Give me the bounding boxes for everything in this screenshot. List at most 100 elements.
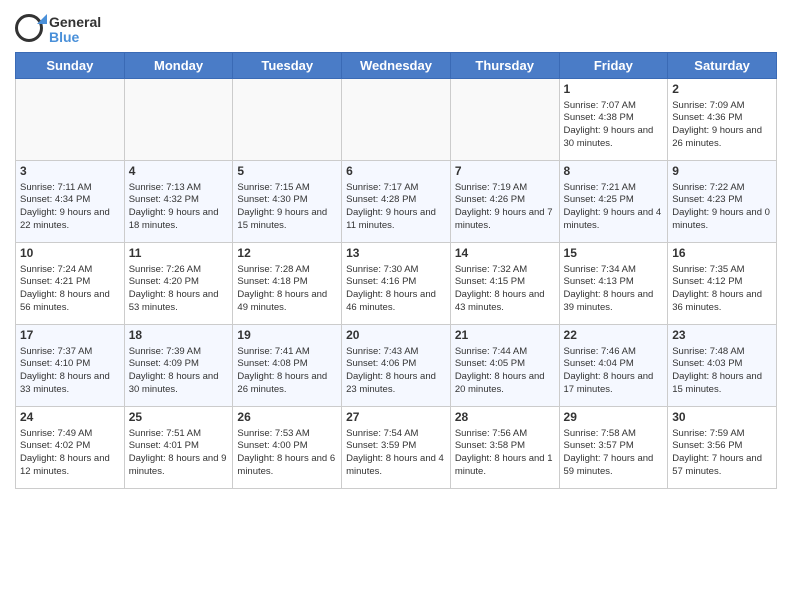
day-info: Sunrise: 7:13 AM Sunset: 4:32 PM Dayligh… bbox=[129, 182, 229, 233]
day-info: Sunrise: 7:37 AM Sunset: 4:10 PM Dayligh… bbox=[20, 346, 120, 397]
logo: General Blue bbox=[15, 14, 101, 46]
day-info: Sunrise: 7:35 AM Sunset: 4:12 PM Dayligh… bbox=[672, 264, 772, 315]
day-info: Sunrise: 7:09 AM Sunset: 4:36 PM Dayligh… bbox=[672, 100, 772, 151]
calendar-cell: 13 Sunrise: 7:30 AM Sunset: 4:16 PM Dayli… bbox=[342, 243, 451, 325]
calendar-cell bbox=[124, 79, 233, 161]
weekday-header-saturday: Saturday bbox=[668, 53, 777, 79]
day-info: Sunrise: 7:07 AM Sunset: 4:38 PM Dayligh… bbox=[564, 100, 664, 151]
day-info: Sunrise: 7:56 AM Sunset: 3:58 PM Dayligh… bbox=[455, 428, 555, 479]
day-info: Sunrise: 7:28 AM Sunset: 4:18 PM Dayligh… bbox=[237, 264, 337, 315]
weekday-header-sunday: Sunday bbox=[16, 53, 125, 79]
day-number: 27 bbox=[346, 410, 446, 426]
day-number: 25 bbox=[129, 410, 229, 426]
calendar-cell: 6Sunrise: 7:17 AM Sunset: 4:28 PM Daylig… bbox=[342, 161, 451, 243]
calendar-cell: 9 Sunrise: 7:22 AM Sunset: 4:23 PM Daylig… bbox=[668, 161, 777, 243]
day-info: Sunrise: 7:30 AM Sunset: 4:16 PM Dayligh… bbox=[346, 264, 446, 315]
calendar-cell: 12Sunrise: 7:28 AM Sunset: 4:18 PM Dayli… bbox=[233, 243, 342, 325]
day-number: 15 bbox=[564, 246, 664, 262]
day-info: Sunrise: 7:22 AM Sunset: 4:23 PM Dayligh… bbox=[672, 182, 772, 233]
calendar-cell: 25 Sunrise: 7:51 AM Sunset: 4:01 PM Dayli… bbox=[124, 407, 233, 489]
day-number: 19 bbox=[237, 328, 337, 344]
day-info: Sunrise: 7:34 AM Sunset: 4:13 PM Dayligh… bbox=[564, 264, 664, 315]
day-info: Sunrise: 7:41 AM Sunset: 4:08 PM Dayligh… bbox=[237, 346, 337, 397]
day-number: 26 bbox=[237, 410, 337, 426]
calendar-cell: 15 Sunrise: 7:34 AM Sunset: 4:13 PM Dayli… bbox=[559, 243, 668, 325]
calendar-cell bbox=[450, 79, 559, 161]
logo-text: General Blue bbox=[49, 15, 101, 46]
logo-container: General Blue bbox=[15, 14, 101, 46]
calendar-cell: 19 Sunrise: 7:41 AM Sunset: 4:08 PM Dayli… bbox=[233, 325, 342, 407]
calendar-header-row: SundayMondayTuesdayWednesdayThursdayFrid… bbox=[16, 53, 777, 79]
calendar-cell: 24Sunrise: 7:49 AM Sunset: 4:02 PM Dayli… bbox=[16, 407, 125, 489]
calendar-cell: 30 Sunrise: 7:59 AM Sunset: 3:56 PM Dayli… bbox=[668, 407, 777, 489]
day-number: 17 bbox=[20, 328, 120, 344]
calendar-cell: 26 Sunrise: 7:53 AM Sunset: 4:00 PM Dayli… bbox=[233, 407, 342, 489]
calendar-week-4: 17 Sunrise: 7:37 AM Sunset: 4:10 PM Dayli… bbox=[16, 325, 777, 407]
day-info: Sunrise: 7:24 AM Sunset: 4:21 PM Dayligh… bbox=[20, 264, 120, 315]
calendar-cell: 10Sunrise: 7:24 AM Sunset: 4:21 PM Dayli… bbox=[16, 243, 125, 325]
day-info: Sunrise: 7:51 AM Sunset: 4:01 PM Dayligh… bbox=[129, 428, 229, 479]
day-info: Sunrise: 7:46 AM Sunset: 4:04 PM Dayligh… bbox=[564, 346, 664, 397]
day-info: Sunrise: 7:48 AM Sunset: 4:03 PM Dayligh… bbox=[672, 346, 772, 397]
day-number: 30 bbox=[672, 410, 772, 426]
day-info: Sunrise: 7:32 AM Sunset: 4:15 PM Dayligh… bbox=[455, 264, 555, 315]
calendar-cell: 8 Sunrise: 7:21 AM Sunset: 4:25 PM Daylig… bbox=[559, 161, 668, 243]
calendar-table: SundayMondayTuesdayWednesdayThursdayFrid… bbox=[15, 52, 777, 489]
day-info: Sunrise: 7:53 AM Sunset: 4:00 PM Dayligh… bbox=[237, 428, 337, 479]
day-info: Sunrise: 7:17 AM Sunset: 4:28 PM Dayligh… bbox=[346, 182, 446, 233]
calendar-cell: 17 Sunrise: 7:37 AM Sunset: 4:10 PM Dayli… bbox=[16, 325, 125, 407]
day-number: 1 bbox=[564, 82, 664, 98]
day-info: Sunrise: 7:54 AM Sunset: 3:59 PM Dayligh… bbox=[346, 428, 446, 479]
day-number: 2 bbox=[672, 82, 772, 98]
day-info: Sunrise: 7:44 AM Sunset: 4:05 PM Dayligh… bbox=[455, 346, 555, 397]
calendar-cell: 7 Sunrise: 7:19 AM Sunset: 4:26 PM Daylig… bbox=[450, 161, 559, 243]
calendar-cell: 22Sunrise: 7:46 AM Sunset: 4:04 PM Dayli… bbox=[559, 325, 668, 407]
day-info: Sunrise: 7:21 AM Sunset: 4:25 PM Dayligh… bbox=[564, 182, 664, 233]
calendar-cell: 16Sunrise: 7:35 AM Sunset: 4:12 PM Dayli… bbox=[668, 243, 777, 325]
weekday-header-wednesday: Wednesday bbox=[342, 53, 451, 79]
header-area: General Blue bbox=[15, 10, 777, 46]
day-number: 29 bbox=[564, 410, 664, 426]
logo-triangle bbox=[37, 14, 47, 24]
calendar-cell: 4 Sunrise: 7:13 AM Sunset: 4:32 PM Daylig… bbox=[124, 161, 233, 243]
day-info: Sunrise: 7:58 AM Sunset: 3:57 PM Dayligh… bbox=[564, 428, 664, 479]
calendar-cell: 23Sunrise: 7:48 AM Sunset: 4:03 PM Dayli… bbox=[668, 325, 777, 407]
day-info: Sunrise: 7:43 AM Sunset: 4:06 PM Dayligh… bbox=[346, 346, 446, 397]
weekday-header-thursday: Thursday bbox=[450, 53, 559, 79]
day-number: 14 bbox=[455, 246, 555, 262]
calendar-cell: 3 Sunrise: 7:11 AM Sunset: 4:34 PM Daylig… bbox=[16, 161, 125, 243]
calendar-cell: 27 Sunrise: 7:54 AM Sunset: 3:59 PM Dayli… bbox=[342, 407, 451, 489]
calendar-cell: 20Sunrise: 7:43 AM Sunset: 4:06 PM Dayli… bbox=[342, 325, 451, 407]
day-info: Sunrise: 7:19 AM Sunset: 4:26 PM Dayligh… bbox=[455, 182, 555, 233]
day-number: 28 bbox=[455, 410, 555, 426]
logo-general: General bbox=[49, 15, 101, 30]
calendar-week-5: 24Sunrise: 7:49 AM Sunset: 4:02 PM Dayli… bbox=[16, 407, 777, 489]
day-info: Sunrise: 7:15 AM Sunset: 4:30 PM Dayligh… bbox=[237, 182, 337, 233]
weekday-header-friday: Friday bbox=[559, 53, 668, 79]
day-info: Sunrise: 7:11 AM Sunset: 4:34 PM Dayligh… bbox=[20, 182, 120, 233]
calendar-cell: 28 Sunrise: 7:56 AM Sunset: 3:58 PM Dayli… bbox=[450, 407, 559, 489]
day-number: 3 bbox=[20, 164, 120, 180]
day-number: 24 bbox=[20, 410, 120, 426]
day-number: 4 bbox=[129, 164, 229, 180]
calendar-cell bbox=[16, 79, 125, 161]
day-number: 7 bbox=[455, 164, 555, 180]
calendar-week-3: 10Sunrise: 7:24 AM Sunset: 4:21 PM Dayli… bbox=[16, 243, 777, 325]
day-number: 11 bbox=[129, 246, 229, 262]
day-number: 8 bbox=[564, 164, 664, 180]
day-info: Sunrise: 7:26 AM Sunset: 4:20 PM Dayligh… bbox=[129, 264, 229, 315]
calendar-cell: 2 Sunrise: 7:09 AM Sunset: 4:36 PM Daylig… bbox=[668, 79, 777, 161]
day-number: 13 bbox=[346, 246, 446, 262]
day-info: Sunrise: 7:39 AM Sunset: 4:09 PM Dayligh… bbox=[129, 346, 229, 397]
day-number: 9 bbox=[672, 164, 772, 180]
calendar-cell bbox=[233, 79, 342, 161]
calendar-cell bbox=[342, 79, 451, 161]
weekday-header-tuesday: Tuesday bbox=[233, 53, 342, 79]
calendar-cell: 5Sunrise: 7:15 AM Sunset: 4:30 PM Daylig… bbox=[233, 161, 342, 243]
day-info: Sunrise: 7:59 AM Sunset: 3:56 PM Dayligh… bbox=[672, 428, 772, 479]
calendar-cell: 18Sunrise: 7:39 AM Sunset: 4:09 PM Dayli… bbox=[124, 325, 233, 407]
calendar-cell: 1 Sunrise: 7:07 AM Sunset: 4:38 PM Daylig… bbox=[559, 79, 668, 161]
calendar-week-2: 3 Sunrise: 7:11 AM Sunset: 4:34 PM Daylig… bbox=[16, 161, 777, 243]
page: General Blue SundayMondayTuesdayWednesda… bbox=[0, 0, 792, 612]
calendar-week-1: 1 Sunrise: 7:07 AM Sunset: 4:38 PM Daylig… bbox=[16, 79, 777, 161]
